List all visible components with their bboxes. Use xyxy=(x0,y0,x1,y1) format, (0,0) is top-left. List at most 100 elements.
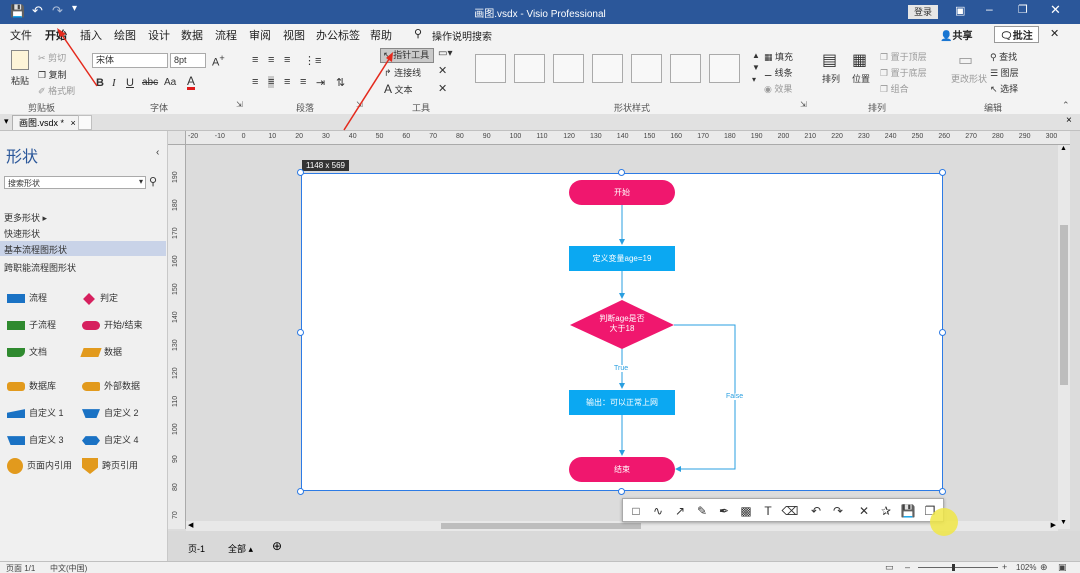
scroll-down-icon[interactable]: ▼ xyxy=(1060,519,1067,526)
output-process[interactable]: 输出：可以正常上网 xyxy=(569,390,675,415)
tab-insert[interactable]: 插入 xyxy=(80,27,102,43)
redo-icon[interactable]: ↷ xyxy=(52,3,63,19)
page-number-status[interactable]: 页面 1/1 xyxy=(6,563,35,573)
arrange-icon[interactable]: ▤ xyxy=(822,50,837,70)
ribbon-collapse-icon[interactable]: ⌃ xyxy=(1062,100,1070,111)
style-swatch[interactable] xyxy=(670,54,701,83)
drawing-page[interactable]: 开始 定义变量age=19 判断age是否 大于18 True False 输出… xyxy=(301,173,943,491)
connection-point-icon[interactable]: ✕ xyxy=(438,82,447,95)
redo-annot-icon[interactable]: ↷ xyxy=(829,502,847,520)
bold-icon[interactable]: B xyxy=(96,77,104,89)
position-icon[interactable]: ▦ xyxy=(852,50,867,70)
selection-handle[interactable] xyxy=(297,329,304,336)
page-tab[interactable]: 页-1 xyxy=(188,542,205,555)
shape-external-data[interactable]: 外部数据 xyxy=(82,379,140,392)
search-shapes-input[interactable]: 搜索形状 ▾ xyxy=(4,176,146,189)
pointer-tool-button[interactable]: ↖ 指针工具 xyxy=(380,48,434,63)
zoom-level[interactable]: 102% xyxy=(1016,563,1036,572)
language-status[interactable]: 中文(中国) xyxy=(50,563,87,573)
new-doc-tab[interactable] xyxy=(78,115,92,130)
cross-functional-stencil[interactable]: 跨职能流程图形状 xyxy=(4,261,76,274)
paste-button[interactable]: 粘贴 xyxy=(11,74,29,87)
selection-handle[interactable] xyxy=(297,169,304,176)
collapse-pane-icon[interactable]: ‹ xyxy=(156,147,159,158)
shape-off-page-ref[interactable]: 跨页引用 xyxy=(82,458,138,474)
shape-process[interactable]: 流程 xyxy=(7,291,47,304)
tab-office-tab[interactable]: 办公标签 xyxy=(316,27,360,43)
vertical-scrollbar[interactable]: ▲ ▼ xyxy=(1058,145,1070,529)
restore-icon[interactable]: ❐ xyxy=(1018,3,1028,16)
style-swatch[interactable] xyxy=(475,54,506,83)
indent-icon[interactable]: ⇥ xyxy=(316,76,325,89)
text-direction-icon[interactable]: ⇅ xyxy=(336,76,345,89)
line-button[interactable]: ⚊ 线条 xyxy=(764,66,793,79)
minimize-icon[interactable]: – xyxy=(986,2,993,16)
close-shape-icon[interactable]: ✕ xyxy=(438,64,447,77)
doc-tab-menu-icon[interactable]: ▾ xyxy=(4,116,9,127)
tab-design[interactable]: 设计 xyxy=(148,27,170,43)
horizontal-scrollbar[interactable]: ◀ ▶ xyxy=(186,521,1058,531)
basic-flowchart-stencil[interactable]: 基本流程图形状 xyxy=(0,241,166,256)
shape-document[interactable]: 文档 xyxy=(7,345,47,358)
align-bottom-icon[interactable]: ≡ xyxy=(284,54,290,66)
select-button[interactable]: ↖ 选择 xyxy=(990,82,1018,95)
connector-button[interactable]: ↱ 连接线 xyxy=(384,66,421,79)
font-name-select[interactable]: 宋体 xyxy=(92,53,168,68)
cut-button[interactable]: ✂ 剪切 xyxy=(38,51,66,64)
quick-shapes-link[interactable]: 快速形状 xyxy=(4,227,40,240)
start-terminator[interactable]: 开始 xyxy=(569,180,675,205)
shape-database[interactable]: 数据库 xyxy=(7,379,56,392)
horizontal-scroll-thumb[interactable] xyxy=(441,523,641,529)
highlighter-icon[interactable]: ✒ xyxy=(715,502,733,520)
selection-handle[interactable] xyxy=(297,488,304,495)
more-shapes-link[interactable]: 更多形状 ▸ xyxy=(4,211,47,224)
shape-data[interactable]: 数据 xyxy=(80,345,122,358)
tab-review[interactable]: 审阅 xyxy=(249,27,271,43)
close-icon[interactable]: ✕ xyxy=(1050,2,1061,18)
style-swatch[interactable] xyxy=(514,54,545,83)
justify-icon[interactable]: ≡ xyxy=(300,76,306,88)
style-swatch[interactable] xyxy=(553,54,584,83)
add-page-icon[interactable]: ⊕ xyxy=(272,539,282,553)
shape-custom-3[interactable]: 自定义 3 xyxy=(7,433,64,446)
selection-handle[interactable] xyxy=(939,329,946,336)
change-shape-icon[interactable]: ▭ xyxy=(958,50,973,70)
style-swatch[interactable] xyxy=(631,54,662,83)
strikethrough-icon[interactable]: abc xyxy=(142,77,158,88)
selection-handle[interactable] xyxy=(939,488,946,495)
scroll-right-icon[interactable]: ▶ xyxy=(1051,521,1056,529)
align-middle-icon[interactable]: ≡ xyxy=(268,54,274,66)
all-pages-button[interactable]: 全部 ▴ xyxy=(228,542,253,555)
change-shape-button[interactable]: 更改形状 xyxy=(951,72,987,85)
zoom-slider-thumb[interactable] xyxy=(952,564,955,571)
send-to-back-button[interactable]: ❐ 置于底层 xyxy=(880,66,927,79)
copy-button[interactable]: ❐ 复制 xyxy=(38,68,67,81)
position-button[interactable]: 位置 xyxy=(852,72,870,85)
arrange-button[interactable]: 排列 xyxy=(822,72,840,85)
scroll-left-icon[interactable]: ◀ xyxy=(188,521,193,529)
shape-styles-dialog-launcher-icon[interactable]: ⇲ xyxy=(800,100,807,109)
shape-decision[interactable]: 判定 xyxy=(82,291,118,306)
font-size-select[interactable]: 8pt xyxy=(170,53,206,68)
zoom-out-icon[interactable]: – xyxy=(905,562,910,572)
shape-subprocess[interactable]: 子流程 xyxy=(7,318,56,331)
scroll-up-icon[interactable]: ▲ xyxy=(1060,145,1067,152)
undo-annot-icon[interactable]: ↶ xyxy=(807,502,825,520)
paste-icon[interactable] xyxy=(11,50,29,70)
align-left-icon[interactable]: ≡ xyxy=(252,76,258,88)
shape-start-end[interactable]: 开始/结束 xyxy=(82,318,143,331)
eraser-icon[interactable]: ⌫ xyxy=(781,502,799,520)
vertical-scroll-thumb[interactable] xyxy=(1060,225,1068,385)
switch-windows-icon[interactable]: ▣ xyxy=(1058,562,1067,573)
shape-on-page-ref[interactable]: 页面内引用 xyxy=(7,458,72,474)
document-tab-close-icon[interactable]: × xyxy=(71,118,76,128)
tab-view[interactable]: 视图 xyxy=(283,27,305,43)
font-color-icon[interactable]: A xyxy=(187,75,196,90)
share-button[interactable]: 👤共享 xyxy=(940,27,972,42)
pin-icon[interactable]: ✰ xyxy=(877,502,895,520)
rectangle-icon[interactable]: □ xyxy=(627,502,645,520)
tell-me-search[interactable]: 操作说明搜索 xyxy=(432,28,492,43)
font-dialog-launcher-icon[interactable]: ⇲ xyxy=(236,100,243,109)
find-button[interactable]: ⚲ 查找 xyxy=(990,50,1017,63)
selection-handle[interactable] xyxy=(939,169,946,176)
